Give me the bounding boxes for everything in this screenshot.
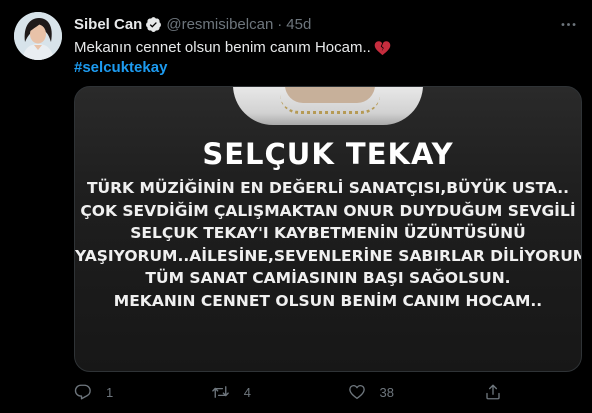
author-handle[interactable]: @resmisibelcan bbox=[166, 16, 273, 33]
tweet-text-content: Mekanın cennet olsun benim canım Hocam.. bbox=[74, 39, 371, 56]
reply-icon bbox=[74, 384, 91, 400]
tweet-text: Mekanın cennet olsun benim canım Hocam.. bbox=[74, 38, 391, 58]
media-line: MEKANIN CENNET OLSUN BENİM CANIM HOCAM.. bbox=[113, 291, 543, 310]
share-button[interactable] bbox=[484, 383, 514, 401]
media-line: TÜM SANAT CAMİASININ BAŞI SAĞOLSUN. bbox=[145, 269, 511, 287]
like-count: 38 bbox=[379, 384, 394, 400]
media-message: TÜRK MÜZİĞİNİN EN DEĞERLİ SANATÇISI,BÜYÜ… bbox=[75, 177, 581, 312]
retweet-button[interactable]: 4 bbox=[211, 383, 348, 401]
tweet-media-image[interactable]: SELÇUK TEKAY TÜRK MÜZİĞİNİN EN DEĞERLİ S… bbox=[74, 86, 582, 372]
avatar[interactable] bbox=[14, 12, 62, 60]
retweet-count: 4 bbox=[243, 384, 251, 400]
reply-count: 1 bbox=[106, 384, 114, 400]
separator-dot: · bbox=[277, 15, 283, 33]
media-line: YAŞIYORUM..AİLESİNE,SEVENLERİNE SABIRLAR… bbox=[75, 246, 582, 265]
verified-badge-icon bbox=[145, 16, 162, 33]
photo-necklace bbox=[280, 95, 380, 114]
media-line: TÜRK MÜZİĞİNİN EN DEĞERLİ SANATÇISI,BÜYÜ… bbox=[86, 179, 570, 197]
more-icon[interactable] bbox=[554, 12, 582, 36]
media-line: SELÇUK TEKAY'I KAYBETMENİN ÜZÜNTÜSÜNÜ bbox=[130, 224, 526, 242]
avatar-photo bbox=[14, 12, 62, 60]
like-button[interactable]: 38 bbox=[348, 383, 485, 401]
hashtag-link[interactable]: #selcuktekay bbox=[74, 58, 167, 78]
like-icon bbox=[348, 384, 365, 400]
retweet-icon bbox=[211, 386, 229, 398]
media-title: SELÇUK TEKAY bbox=[202, 137, 454, 171]
tweet[interactable]: Sibel Can @resmisibelcan · 45d Mekanın c… bbox=[0, 0, 592, 413]
media-line: ÇOK SEVDİĞİM ÇALIŞMAKTAN ONUR DUYDUĞUM S… bbox=[80, 201, 576, 220]
reply-button[interactable]: 1 bbox=[74, 383, 211, 401]
broken-heart-icon bbox=[374, 40, 391, 56]
share-icon bbox=[486, 384, 500, 400]
tweet-timestamp[interactable]: 45d bbox=[286, 16, 311, 33]
tweet-actions: 1 4 38 bbox=[74, 380, 514, 404]
tweet-header: Sibel Can @resmisibelcan · 45d bbox=[74, 13, 311, 35]
author-name[interactable]: Sibel Can bbox=[74, 16, 142, 33]
